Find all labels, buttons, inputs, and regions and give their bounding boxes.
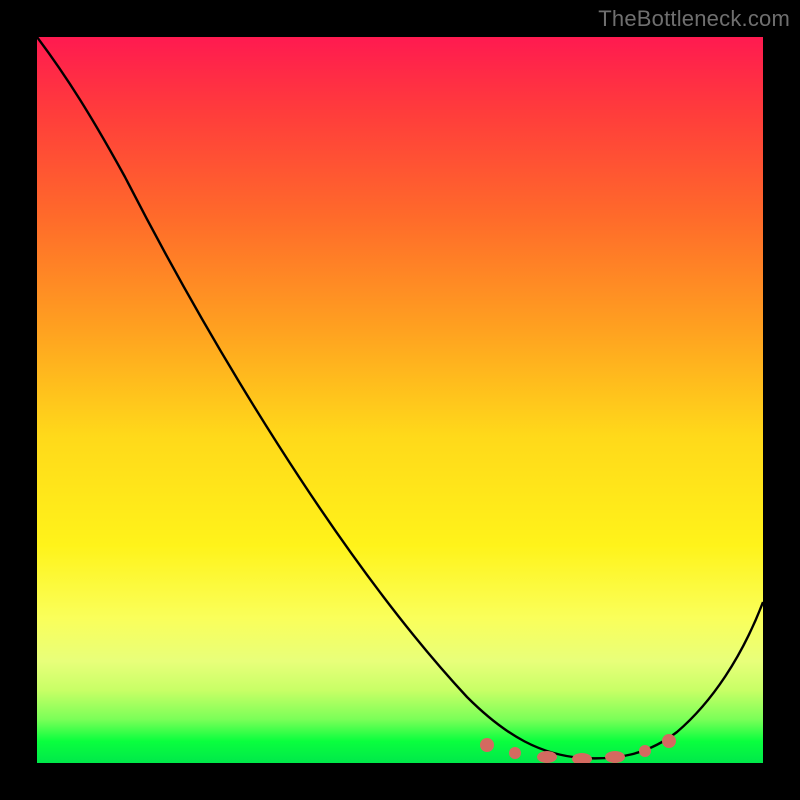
chart-overlay [37, 37, 763, 763]
watermark-text: TheBottleneck.com [598, 6, 790, 32]
chart-canvas: TheBottleneck.com [0, 0, 800, 800]
dotted-min-band [480, 734, 676, 763]
bottleneck-curve [37, 37, 763, 758]
